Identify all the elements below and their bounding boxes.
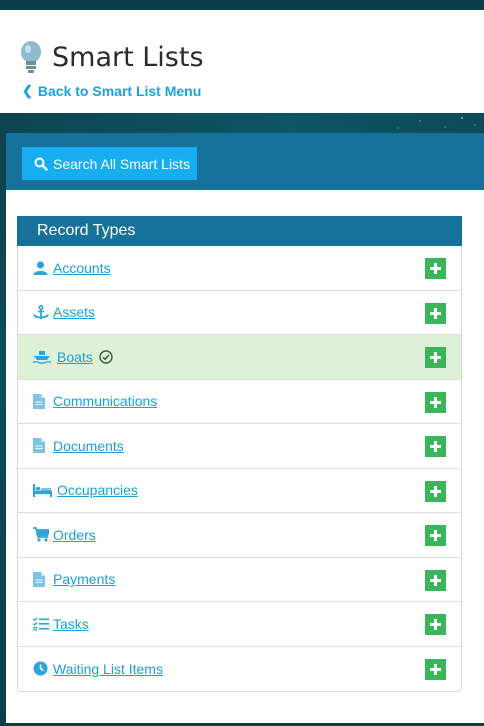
record-type-link-occupancies[interactable]: Occupancies bbox=[57, 482, 138, 498]
plus-icon bbox=[430, 485, 441, 497]
header-card: Smart Lists ❮ Back to Smart List Menu bbox=[0, 10, 484, 113]
title-row: Smart Lists bbox=[18, 40, 204, 74]
back-to-menu-link[interactable]: ❮ Back to Smart List Menu bbox=[22, 83, 201, 99]
plus-icon bbox=[430, 619, 441, 630]
record-types-heading: Record Types bbox=[17, 216, 462, 246]
anchor-icon bbox=[33, 304, 49, 320]
plus-icon bbox=[430, 574, 441, 586]
add-payments-button[interactable] bbox=[425, 569, 446, 591]
plus-icon bbox=[430, 441, 441, 452]
plus-icon bbox=[430, 396, 441, 408]
page-title: Smart Lists bbox=[52, 41, 204, 73]
background-band bbox=[0, 113, 484, 133]
chevron-left-icon: ❮ bbox=[22, 83, 33, 98]
top-strip bbox=[0, 0, 484, 10]
record-type-link-accounts[interactable]: Accounts bbox=[53, 260, 111, 276]
clock-icon bbox=[33, 661, 49, 677]
cart-icon bbox=[33, 527, 49, 543]
add-assets-button[interactable] bbox=[425, 302, 446, 324]
record-type-row-occupancies: Occupancies bbox=[18, 469, 461, 513]
plus-icon bbox=[430, 263, 441, 274]
record-type-row-communications: Communications bbox=[18, 380, 461, 424]
document-icon bbox=[33, 393, 49, 409]
document-icon bbox=[33, 438, 49, 454]
tasks-icon bbox=[33, 616, 49, 632]
record-type-row-assets: Assets bbox=[18, 291, 461, 335]
lightbulb-icon bbox=[21, 41, 41, 73]
search-all-button[interactable]: Search All Smart Lists bbox=[22, 147, 197, 180]
document-icon bbox=[33, 571, 49, 587]
add-orders-button[interactable] bbox=[425, 525, 446, 546]
check-circle-icon bbox=[99, 350, 113, 364]
plus-icon bbox=[430, 352, 441, 363]
add-communications-button[interactable] bbox=[425, 391, 446, 413]
add-boats-button[interactable] bbox=[425, 347, 446, 368]
add-accounts-button[interactable] bbox=[425, 258, 446, 279]
search-all-label: Search All Smart Lists bbox=[53, 155, 190, 172]
plus-icon bbox=[430, 530, 441, 541]
back-link-label: Back to Smart List Menu bbox=[37, 83, 202, 99]
search-icon bbox=[34, 157, 48, 171]
boat-icon bbox=[33, 349, 53, 365]
record-type-row-boats: Boats bbox=[18, 335, 461, 380]
record-types-panel: Record Types Accounts Assets Boats Commu… bbox=[17, 216, 462, 692]
record-type-link-boats[interactable]: Boats bbox=[57, 349, 93, 365]
record-type-row-accounts: Accounts bbox=[18, 246, 461, 291]
add-tasks-button[interactable] bbox=[425, 614, 446, 635]
user-icon bbox=[33, 260, 49, 276]
add-occupancies-button[interactable] bbox=[425, 480, 446, 502]
record-type-link-communications[interactable]: Communications bbox=[53, 393, 157, 409]
record-type-link-tasks[interactable]: Tasks bbox=[53, 616, 89, 632]
add-waiting-list-items-button[interactable] bbox=[425, 658, 446, 680]
record-type-row-orders: Orders bbox=[18, 513, 461, 558]
main-card: Search All Smart Lists Record Types Acco… bbox=[6, 133, 484, 723]
record-type-link-documents[interactable]: Documents bbox=[53, 438, 124, 454]
search-band: Search All Smart Lists bbox=[6, 133, 484, 190]
record-type-link-waiting-list-items[interactable]: Waiting List Items bbox=[53, 661, 163, 677]
record-type-link-assets[interactable]: Assets bbox=[53, 304, 95, 320]
record-type-link-orders[interactable]: Orders bbox=[53, 527, 96, 543]
record-type-row-documents: Documents bbox=[18, 424, 461, 469]
add-documents-button[interactable] bbox=[425, 436, 446, 457]
plus-icon bbox=[430, 307, 441, 319]
bed-icon bbox=[33, 482, 53, 498]
record-type-row-payments: Payments bbox=[18, 558, 461, 602]
record-type-row-waiting-list-items: Waiting List Items bbox=[18, 647, 461, 692]
record-type-link-payments[interactable]: Payments bbox=[53, 571, 115, 587]
record-type-row-tasks: Tasks bbox=[18, 602, 461, 647]
plus-icon bbox=[430, 663, 441, 675]
